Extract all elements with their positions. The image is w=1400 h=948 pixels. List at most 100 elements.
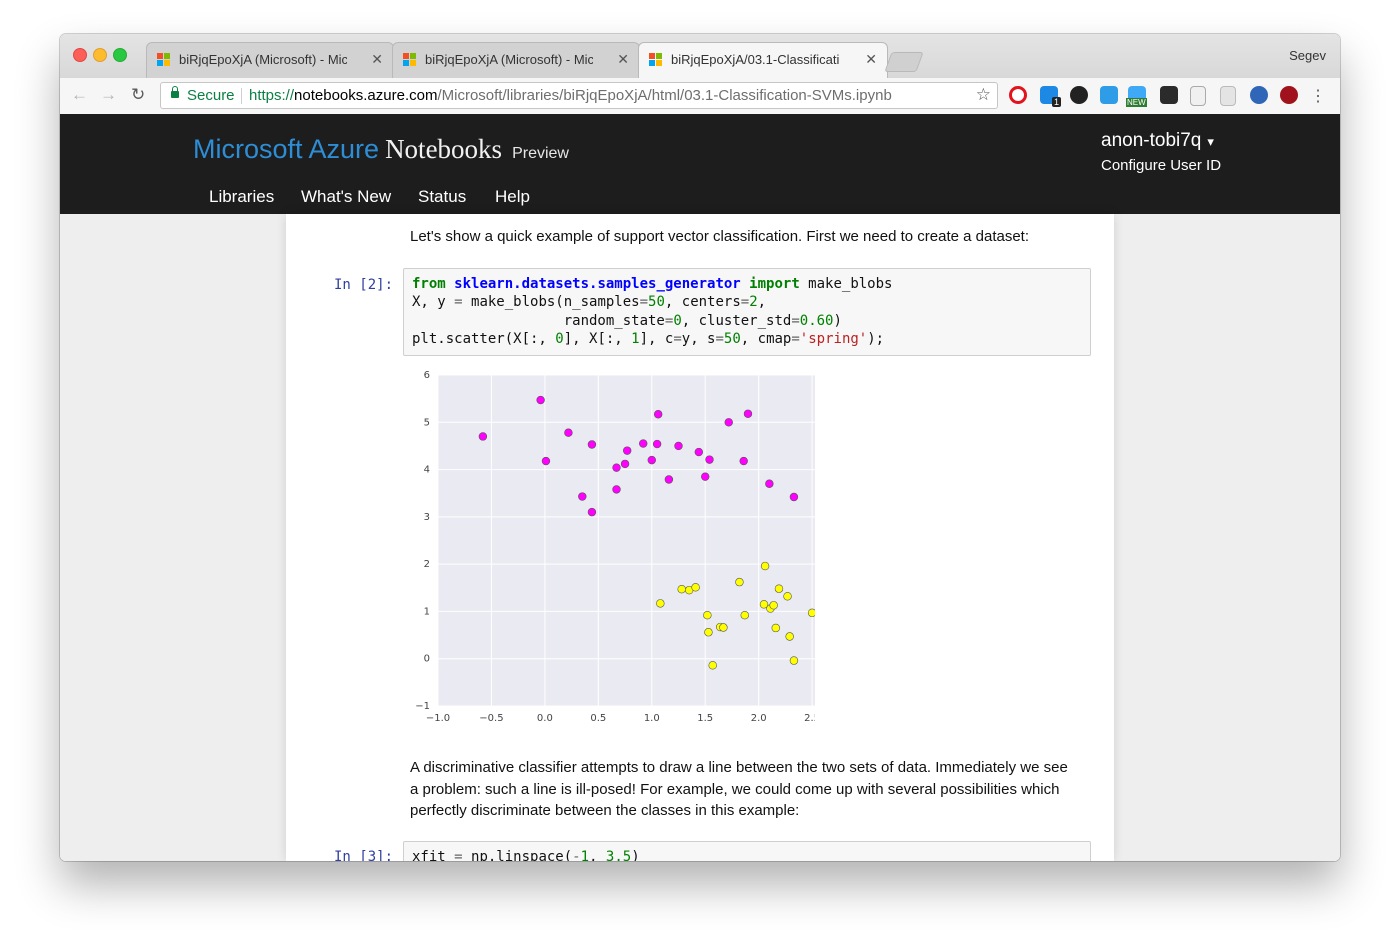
lock-icon <box>171 86 179 98</box>
extension-badge-icon[interactable]: 1 <box>1040 86 1061 107</box>
browser-tab-2[interactable]: biRjqEpoXjA (Microsoft) - Micr ✕ <box>392 42 640 78</box>
scatter-point <box>789 656 799 665</box>
scatter-point <box>647 455 656 465</box>
browser-menu-icon[interactable]: ⋮ <box>1310 86 1326 106</box>
scatter-point <box>652 439 662 449</box>
brand-microsoft-azure: Microsoft Azure <box>193 134 380 164</box>
nav-help[interactable]: Help <box>495 187 530 207</box>
address-bar[interactable]: Secure https://notebooks.azure.com/Micro… <box>160 82 998 109</box>
url-text[interactable]: https://notebooks.azure.com/Microsoft/li… <box>249 87 892 104</box>
y-tick-label: 5 <box>424 417 430 428</box>
code-line: xfit = np.linspace(-1, 3.5) <box>412 849 640 861</box>
tab-close-icon[interactable]: ✕ <box>617 51 629 68</box>
scatter-point <box>760 561 770 571</box>
tab-close-icon[interactable]: ✕ <box>865 51 877 68</box>
markdown-intro: Let's show a quick example of support ve… <box>410 228 1030 245</box>
brand-preview: Preview <box>512 145 569 162</box>
x-tick-label: −1.0 <box>426 713 450 723</box>
globe-extension-icon[interactable] <box>1250 86 1268 104</box>
y-tick-label: 0 <box>424 654 430 665</box>
x-tick-label: −0.5 <box>479 713 503 723</box>
window-close-button[interactable] <box>73 48 87 62</box>
profile-name[interactable]: Segev <box>1289 48 1326 63</box>
scatter-point <box>704 628 713 637</box>
nav-libraries[interactable]: Libraries <box>209 187 274 207</box>
new-extension-icon[interactable]: NEW <box>1126 86 1147 107</box>
lock-extension-icon[interactable] <box>1220 86 1236 106</box>
scatter-point <box>743 409 753 418</box>
x-tick-label: 1.5 <box>697 713 713 723</box>
scatter-point <box>703 611 712 620</box>
bookmark-star-icon[interactable]: ☆ <box>976 85 991 105</box>
scatter-point <box>739 456 748 466</box>
scatter-point <box>639 439 648 448</box>
scatter-point <box>564 428 573 437</box>
code-line: X, y = make_blobs(n_samples=50, centers=… <box>412 294 767 311</box>
code-line: random_state=0, cluster_std=0.60) <box>412 312 842 329</box>
scatter-point <box>740 611 749 620</box>
browser-tab-1[interactable]: biRjqEpoXjA (Microsoft) - Micr ✕ <box>146 42 394 78</box>
markdown-discriminative: A discriminative classifier attempts to … <box>410 757 1068 822</box>
ublock-extension-icon[interactable] <box>1280 86 1298 104</box>
scatter-point <box>789 492 799 502</box>
y-tick-label: 3 <box>424 512 430 523</box>
scatter-point <box>578 492 587 501</box>
scatter-point <box>674 441 683 451</box>
user-name: anon-tobi7q <box>1101 130 1202 151</box>
y-tick-label: 2 <box>424 559 430 570</box>
camera-extension-icon[interactable] <box>1070 86 1088 104</box>
scatter-point <box>735 577 744 587</box>
browser-toolbar: ← → ↻ Secure https://notebooks.azure.com… <box>60 78 1340 115</box>
brand-logo[interactable]: Microsoft Azure Notebooks Preview <box>193 134 569 165</box>
x-tick-label: 0.0 <box>537 713 553 723</box>
document-extension-icon[interactable] <box>1190 86 1206 106</box>
user-menu[interactable]: anon-tobi7q ▾ <box>1101 130 1214 152</box>
scatter-point <box>708 661 717 670</box>
new-tab-button[interactable] <box>884 52 924 72</box>
scatter-point <box>656 599 665 608</box>
code-line: plt.scatter(X[:, 0], X[:, 1], c=y, s=50,… <box>412 330 885 347</box>
browser-tab-3-active[interactable]: biRjqEpoXjA/03.1-Classificatio ✕ <box>638 42 888 78</box>
scatter-plot: −1.0−0.50.00.51.01.52.02.53.03.5−1012345… <box>415 370 815 723</box>
d-extension-icon[interactable] <box>1100 86 1118 104</box>
paragraph-line: perfectly discriminate between the class… <box>410 802 800 819</box>
scatter-point <box>612 485 621 494</box>
notebook-panel: Let's show a quick example of support ve… <box>286 214 1114 861</box>
scatter-point <box>612 463 621 472</box>
code-cell-3[interactable]: xfit = np.linspace(-1, 3.5) <box>403 841 1091 861</box>
terminal-extension-icon[interactable] <box>1160 86 1178 104</box>
url-host: notebooks.azure.com <box>294 87 438 104</box>
scatter-point <box>694 447 704 457</box>
browser-window: biRjqEpoXjA (Microsoft) - Micr ✕ biRjqEp… <box>60 34 1340 861</box>
window-maximize-button[interactable] <box>113 48 127 62</box>
nav-status[interactable]: Status <box>418 187 466 207</box>
scatter-point <box>691 583 700 592</box>
tab-title: biRjqEpoXjA (Microsoft) - Micr <box>425 52 593 67</box>
scatter-point <box>478 432 488 441</box>
tab-close-icon[interactable]: ✕ <box>371 51 383 68</box>
code-cell-2[interactable]: from sklearn.datasets.samples_generator … <box>403 268 1091 356</box>
scatter-point <box>807 608 815 618</box>
scatter-point <box>705 455 714 464</box>
page-viewport: Microsoft Azure Notebooks Preview Librarie… <box>60 114 1340 861</box>
window-minimize-button[interactable] <box>93 48 107 62</box>
back-arrow-icon[interactable]: ← <box>71 85 88 105</box>
y-tick-label: 6 <box>424 370 430 381</box>
scatter-point <box>701 472 710 481</box>
forward-arrow-icon[interactable]: → <box>100 85 117 105</box>
scatter-point <box>765 479 774 488</box>
scatter-point <box>622 446 632 455</box>
configure-user-id-link[interactable]: Configure User ID <box>1101 157 1221 174</box>
nav-whats-new[interactable]: What's New <box>301 187 391 207</box>
y-tick-label: 4 <box>424 465 430 476</box>
y-tick-label: −1 <box>415 701 430 712</box>
scatter-point <box>771 623 780 633</box>
tab-title: biRjqEpoXjA (Microsoft) - Micr <box>179 52 347 67</box>
scatter-point <box>587 440 597 449</box>
reload-icon[interactable]: ↻ <box>131 85 145 105</box>
address-separator <box>241 88 242 104</box>
scatter-point <box>587 507 597 517</box>
opera-extension-icon[interactable] <box>1009 86 1027 104</box>
paragraph-line: a problem: such a line is ill-posed! For… <box>410 780 1060 798</box>
microsoft-logo-icon <box>157 53 171 67</box>
